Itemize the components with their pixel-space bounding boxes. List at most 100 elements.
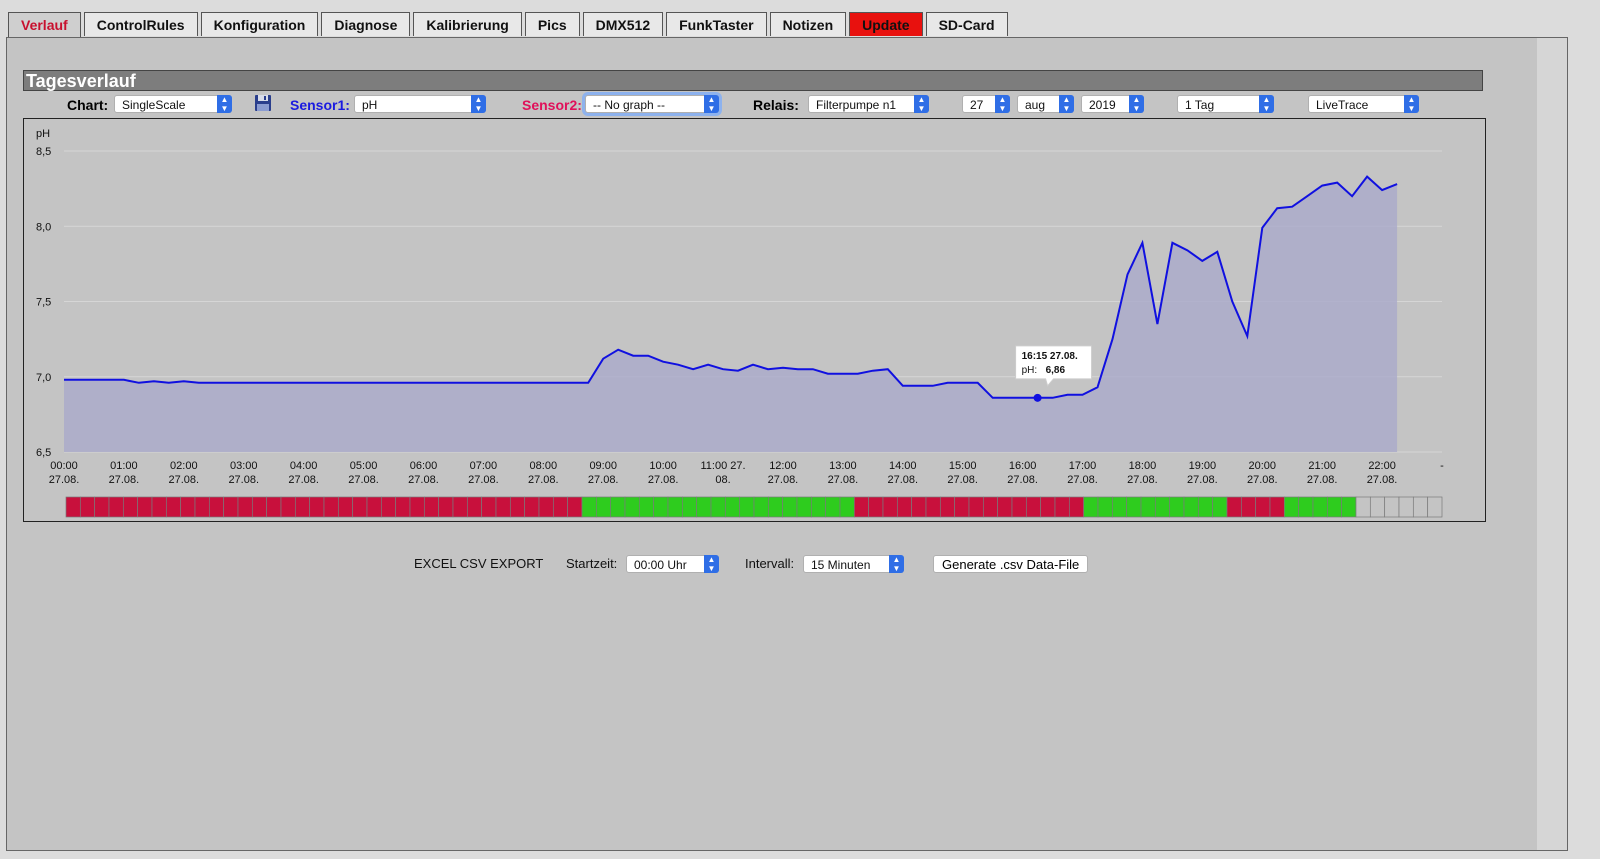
relay-cell [911, 496, 927, 518]
relay-cell [165, 496, 182, 518]
relay-cell [1326, 496, 1343, 518]
relay-cell [108, 496, 124, 518]
year-select-value: 2019 [1089, 98, 1116, 112]
relay-cell [122, 496, 139, 518]
relay-cell [782, 496, 798, 518]
x-tick-sublabel: 27.08. [1127, 474, 1158, 486]
relay-cell [1312, 496, 1328, 518]
mode-select[interactable]: LiveTrace ▲ ▼ [1308, 95, 1419, 113]
relay-cell [939, 496, 956, 518]
tab-kalibrierung[interactable]: Kalibrierung [413, 12, 522, 36]
relay-cell [352, 496, 368, 518]
relay-cell [1398, 496, 1414, 518]
relay-cell [1011, 496, 1027, 518]
relay-cell [395, 496, 411, 518]
relay-cell [1384, 496, 1400, 518]
tooltip-title: 16:15 27.08. [1022, 351, 1078, 362]
relay-cell [954, 496, 970, 518]
tab-funktaster[interactable]: FunkTaster [666, 12, 767, 36]
sensor1-select[interactable]: pH ▲ ▼ [354, 95, 486, 113]
x-tick-label: 09:00 [589, 460, 617, 472]
relay-cell [251, 496, 268, 518]
chevron-updown-icon: ▲ ▼ [1129, 95, 1144, 113]
relay-cell [696, 496, 712, 518]
x-tick-sublabel: 27.08. [887, 474, 918, 486]
sensor2-select[interactable]: -- No graph -- ▲ ▼ [585, 95, 719, 113]
x-tick-sublabel: 27.08. [768, 474, 799, 486]
relay-cell [767, 496, 784, 518]
month-select[interactable]: aug ▲ ▼ [1017, 95, 1074, 113]
tab-controlrules[interactable]: ControlRules [83, 12, 198, 36]
tab-sd-card[interactable]: SD-Card [925, 12, 1008, 36]
relay-cell [280, 496, 296, 518]
export-title: EXCEL CSV EXPORT [414, 556, 544, 571]
x-tick-sublabel: 27.08. [1007, 474, 1038, 486]
x-tick-label: 22:00 [1368, 460, 1396, 472]
tab-diagnose[interactable]: Diagnose [321, 12, 411, 36]
relay-cell [1154, 496, 1171, 518]
x-tick-sublabel: 27.08. [1187, 474, 1218, 486]
tab-dmx512[interactable]: DMX512 [582, 12, 664, 36]
sensor1-area [64, 176, 1398, 452]
x-tick-label: 00:00 [50, 460, 78, 472]
relay-cell [237, 496, 253, 518]
tab-verlauf[interactable]: Verlauf [8, 12, 81, 39]
year-select[interactable]: 2019 ▲ ▼ [1081, 95, 1144, 113]
chart-svg: pH 6,5 7,0 7,5 8,0 8,5 00:00 27.08. 01:00 27.08. 0… [36, 128, 1444, 518]
chart-select[interactable]: SingleScale ▲ ▼ [114, 95, 232, 113]
generate-csv-button[interactable]: Generate .csv Data-File [933, 555, 1089, 573]
relay-cell [610, 496, 626, 518]
chart-label: Chart: [67, 97, 109, 113]
relay-cell [1283, 496, 1300, 518]
day-select[interactable]: 27 ▲ ▼ [962, 95, 1010, 113]
relay-cell [423, 496, 440, 518]
export-start-label: Startzeit: [566, 556, 618, 571]
relay-cell [309, 496, 325, 518]
tab-update[interactable]: Update [849, 12, 923, 36]
relay-cell [94, 496, 110, 518]
chevron-updown-icon: ▲ ▼ [889, 555, 904, 573]
relay-cell [896, 496, 913, 518]
x-tick-sublabel: 27.08. [1367, 474, 1398, 486]
x-tick-label: - [1440, 460, 1444, 472]
range-select[interactable]: 1 Tag ▲ ▼ [1177, 95, 1274, 113]
tab-pics[interactable]: Pics [524, 12, 580, 36]
relay-cell [825, 496, 841, 518]
relay-cell [266, 496, 282, 518]
x-tick-label: 16:00 [1009, 460, 1037, 472]
relay-cell [409, 496, 425, 518]
chevron-updown-icon: ▲ ▼ [914, 95, 929, 113]
relay-cell [337, 496, 354, 518]
relay-cell [1412, 496, 1429, 518]
relay-cell [796, 496, 812, 518]
tab-konfiguration[interactable]: Konfiguration [200, 12, 319, 36]
relay-cell [997, 496, 1013, 518]
main-tab-bar: Verlauf ControlRules Konfiguration Diagnose… [8, 12, 1008, 39]
relay-cell [509, 496, 526, 518]
sensor1-select-value: pH [362, 98, 378, 112]
x-tick-sublabel: 27.08. [49, 474, 80, 486]
export-start-value: 00:00 Uhr [634, 558, 687, 572]
tab-notizen[interactable]: Notizen [769, 12, 847, 36]
mode-select-value: LiveTrace [1316, 98, 1369, 112]
tooltip-point [1033, 393, 1042, 402]
relay-cell [481, 496, 497, 518]
relay-cell [1140, 496, 1156, 518]
chart-select-value: SingleScale [122, 98, 186, 112]
relais-select[interactable]: Filterpumpe n1 ▲ ▼ [808, 95, 929, 113]
tooltip-value: 6,86 [1046, 365, 1066, 376]
x-tick-sublabel: 08. [715, 474, 730, 486]
relay-cell [223, 496, 239, 518]
y-tick-label: 7,5 [36, 297, 51, 309]
relay-cell [538, 496, 554, 518]
relay-cell [853, 496, 870, 518]
relay-cell [1068, 496, 1085, 518]
x-tick-sublabel: 27.08. [468, 474, 499, 486]
x-tick-sublabel: 27.08. [828, 474, 859, 486]
x-tick-label: 12:00 [769, 460, 797, 472]
export-start-select[interactable]: 00:00 Uhr ▲ ▼ [626, 555, 719, 573]
chevron-updown-icon: ▲ ▼ [217, 95, 232, 113]
save-icon[interactable] [254, 94, 272, 112]
export-interval-select[interactable]: 15 Minuten ▲ ▼ [803, 555, 904, 573]
x-tick-label: 06:00 [410, 460, 438, 472]
